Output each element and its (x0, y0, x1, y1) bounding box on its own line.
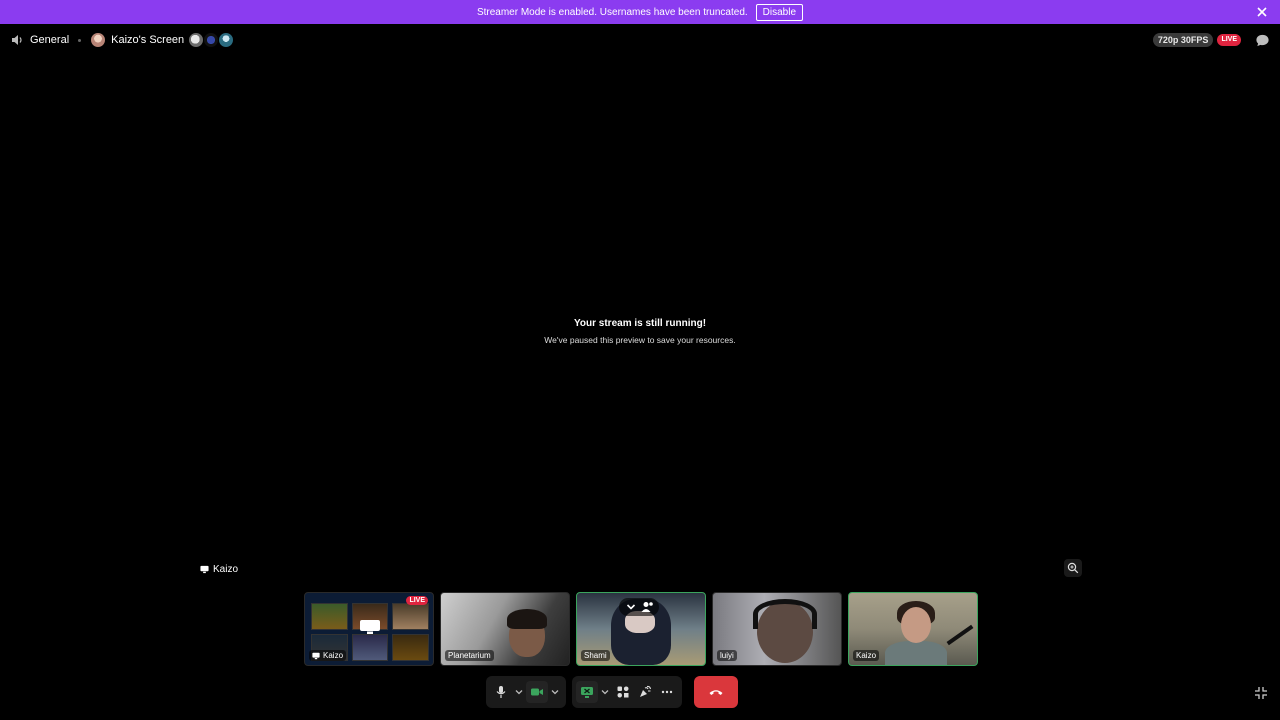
tile-name: Kaizo (853, 650, 880, 661)
paused-subtitle: We've paused this preview to save your r… (544, 335, 736, 345)
streamer-name: Kaizo (213, 564, 239, 575)
participant-tiles: LIVE Kaizo Planetarium Shami luiyi Kaizo (304, 592, 978, 666)
soundboard-icon (640, 685, 652, 697)
more-options-button[interactable] (656, 681, 678, 703)
tile-name: luiyi (717, 650, 737, 661)
activities-button[interactable] (612, 681, 634, 703)
participant-tile-screen[interactable]: LIVE Kaizo (304, 592, 434, 666)
stop-screen-share-button[interactable] (576, 681, 598, 703)
chevron-down-icon[interactable] (623, 600, 639, 614)
tile-name: Shami (581, 650, 610, 661)
tile-name: Planetarium (445, 650, 494, 661)
tile-name: Kaizo (309, 650, 347, 661)
streamer-label: Kaizo (200, 564, 238, 575)
focus-user-icon[interactable] (639, 600, 655, 614)
viewer-avatars[interactable] (188, 32, 235, 48)
avatar (218, 32, 235, 48)
call-controls (486, 676, 738, 708)
tile-controls (619, 598, 659, 616)
avatar (90, 32, 107, 48)
zoom-button[interactable] (1064, 559, 1082, 577)
camera-feed (901, 607, 931, 643)
stream-title: Kaizo's Screen (111, 34, 185, 46)
soundboard-button[interactable] (634, 681, 656, 703)
tile-name-label: Kaizo (323, 651, 344, 660)
stream-header: General Kaizo's Screen 720p 30FPS LIVE (0, 28, 1280, 52)
microphone-button[interactable] (490, 681, 512, 703)
tile-name-label: Shami (584, 651, 607, 660)
stop-screen-share-icon (581, 686, 593, 698)
tile-live-badge: LIVE (406, 596, 428, 605)
stream-status: 720p 30FPS LIVE (1152, 32, 1270, 48)
camera-feed (507, 609, 547, 629)
banner-message: Streamer Mode is enabled. Usernames have… (476, 6, 748, 18)
tile-name-label: Kaizo (856, 651, 877, 660)
activities-icon (617, 686, 629, 698)
camera-button[interactable] (526, 681, 548, 703)
hang-up-icon (709, 690, 723, 695)
speaker-icon (12, 35, 22, 45)
screen-share-icon (200, 565, 209, 574)
channel-name[interactable]: General (30, 34, 69, 46)
stream-options-button[interactable] (598, 681, 612, 703)
disconnect-button[interactable] (694, 676, 738, 708)
camera-feed (885, 641, 947, 665)
disable-streamer-mode-button[interactable]: Disable (755, 3, 804, 21)
close-icon[interactable] (1255, 5, 1269, 19)
participant-tile-camera[interactable]: Kaizo (848, 592, 978, 666)
stream-info: General Kaizo's Screen (10, 32, 235, 48)
tile-name-label: Planetarium (448, 651, 491, 660)
screen-share-icon (360, 620, 380, 634)
camera-feed (946, 624, 974, 646)
zoom-in-icon (1067, 562, 1079, 574)
video-options-button[interactable] (548, 681, 562, 703)
paused-title: Your stream is still running! (573, 318, 707, 329)
participant-tile-camera[interactable]: Planetarium (440, 592, 570, 666)
avatar (203, 32, 220, 48)
live-badge: LIVE (1217, 34, 1241, 46)
exit-fullscreen-icon[interactable] (1254, 686, 1268, 700)
chevron-down-icon (515, 690, 523, 695)
chat-icon[interactable] (1255, 33, 1270, 48)
more-icon (661, 690, 673, 694)
participant-tile-camera[interactable]: Shami (576, 592, 706, 666)
audio-options-button[interactable] (512, 681, 526, 703)
microphone-icon (496, 686, 506, 698)
tile-name-label: luiyi (720, 651, 734, 660)
quality-badge: 720p 30FPS (1152, 33, 1214, 47)
streamer-mode-banner: Streamer Mode is enabled. Usernames have… (0, 0, 1280, 24)
camera-feed (753, 599, 817, 629)
chevron-down-icon (551, 690, 559, 695)
stream-paused-message: Your stream is still running! We've paus… (0, 318, 1280, 345)
avatar (188, 32, 205, 48)
activity-controls (572, 676, 682, 708)
camera-icon (531, 688, 543, 696)
separator-dot (78, 38, 82, 42)
screen-share-icon (312, 652, 320, 659)
chevron-down-icon (601, 690, 609, 695)
audio-video-controls (486, 676, 566, 708)
participant-tile-camera[interactable]: luiyi (712, 592, 842, 666)
